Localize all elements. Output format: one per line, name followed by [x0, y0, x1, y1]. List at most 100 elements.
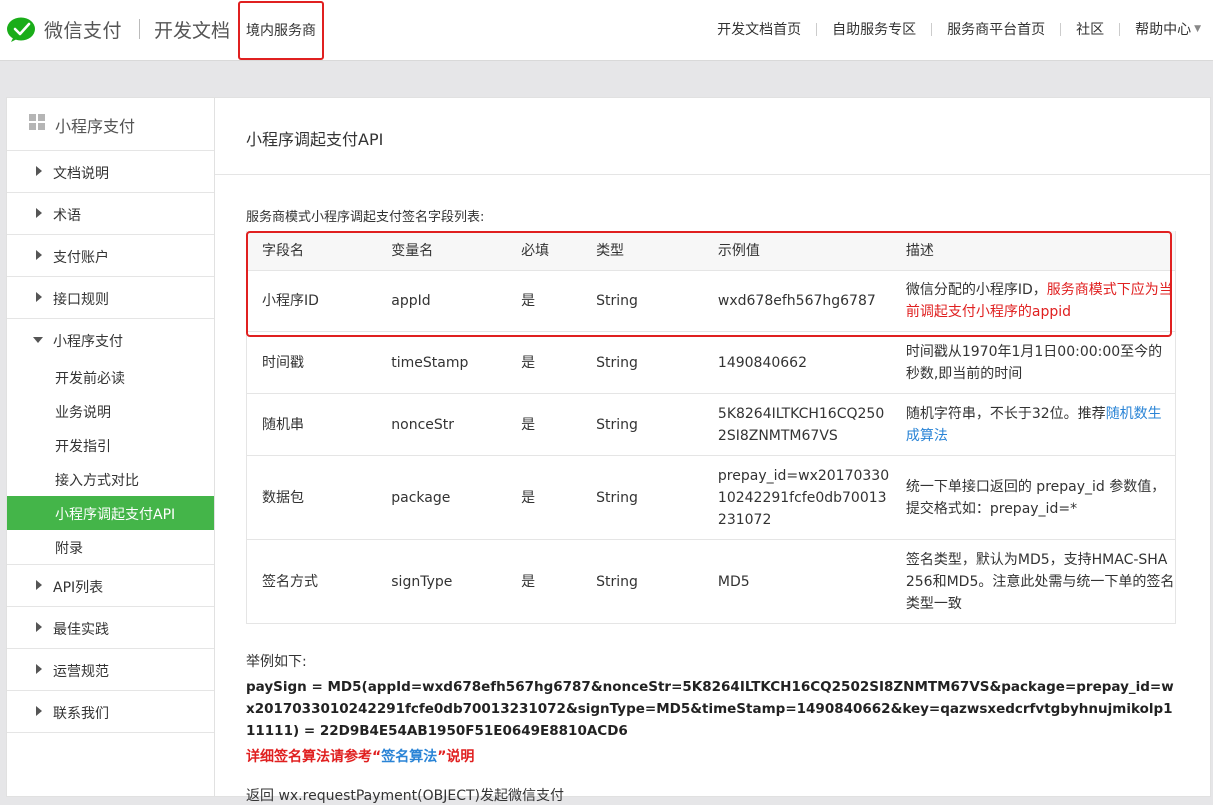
table-header-row: 字段名 变量名 必填 类型 示例值 描述 [246, 231, 1176, 271]
cell-type: String [581, 393, 703, 456]
sidebar-subitem-appendix[interactable]: 附录 [7, 530, 214, 565]
cell-field-name: 签名方式 [246, 539, 377, 624]
caret-right-icon [36, 208, 42, 218]
sidebar-subitem-pay-api[interactable]: 小程序调起支付API [7, 496, 214, 530]
sidebar-subitem-compare[interactable]: 接入方式对比 [7, 462, 214, 496]
top-header: 微信支付 开发文档 境内服务商 开发文档首页 自助服务专区 服务商平台首页 社区… [0, 0, 1213, 61]
caret-down-icon [33, 337, 43, 343]
caret-right-icon [36, 166, 42, 176]
header-field-name: 字段名 [246, 231, 377, 271]
note-prefix: 详细签名算法请参考“ [246, 749, 382, 765]
cell-type: String [581, 539, 703, 624]
caret-right-icon [36, 292, 42, 302]
caret-right-icon [36, 664, 42, 674]
cell-example: wxd678efh567hg6787 [702, 270, 891, 332]
cell-description: 签名类型，默认为MD5，支持HMAC-SHA256和MD5。注意此处需与统一下单… [890, 539, 1176, 624]
cell-variable: appId [376, 270, 507, 332]
caret-right-icon [36, 622, 42, 632]
sign-algorithm-link[interactable]: 签名算法 [381, 749, 437, 765]
sidebar-item-api-list[interactable]: API列表 [7, 565, 214, 607]
next-section-text: 返回 wx.requestPayment(OBJECT)发起微信支付 [246, 788, 564, 804]
cell-variable: nonceStr [376, 393, 507, 456]
cell-example: 5K8264ILTKCH16CQ2502SI8ZNMTM67VS [702, 393, 891, 456]
example-label: 举例如下: [246, 654, 307, 670]
sidebar-item-label: 小程序支付 [53, 334, 123, 350]
sidebar-item-accounts[interactable]: 支付账户 [7, 235, 214, 277]
sidebar-item-operation-rules[interactable]: 运营规范 [7, 649, 214, 691]
main-content: 小程序调起支付API 服务商模式小程序调起支付签名字段列表: 字段名 变量名 必… [215, 97, 1211, 804]
sidebar-item-label: 最佳实践 [53, 622, 109, 638]
region-label[interactable]: 境内服务商 [246, 20, 316, 40]
cell-required: 是 [506, 331, 582, 394]
cell-type: String [581, 455, 703, 540]
brand-name: 微信支付 [44, 20, 123, 42]
description-text: 随机字符串，不长于32位。推荐 [905, 405, 1106, 422]
sidebar-item-miniprogram-pay[interactable]: 小程序支付 [7, 319, 214, 360]
sidebar-item-terms[interactable]: 术语 [7, 193, 214, 235]
caret-right-icon [36, 706, 42, 716]
brand-divider [139, 19, 140, 39]
sidebar-item-label: 文档说明 [53, 166, 109, 182]
cell-example: prepay_id=wx2017033010242291fcfe0db70013… [702, 455, 891, 540]
cell-field-name: 时间戳 [246, 331, 377, 394]
nav-docs-home[interactable]: 开发文档首页 [717, 19, 801, 39]
wechat-pay-logo[interactable]: 微信支付 [7, 16, 122, 43]
cell-type: String [581, 270, 703, 332]
cell-variable: timeStamp [376, 331, 507, 394]
nav-divider [931, 22, 933, 36]
sidebar-item-label: 支付账户 [53, 250, 109, 266]
sidebar-subitem-label: 接入方式对比 [55, 473, 139, 489]
header-variable: 变量名 [376, 231, 507, 271]
cell-example: 1490840662 [702, 331, 891, 394]
sidebar-item-doc-intro[interactable]: 文档说明 [7, 151, 214, 193]
sign-fields-table: 字段名 变量名 必填 类型 示例值 描述 小程序ID appId 是 Strin… [246, 231, 1176, 624]
cell-field-name: 数据包 [246, 455, 377, 540]
grid-icon [29, 114, 45, 130]
sidebar-item-api-rules[interactable]: 接口规则 [7, 277, 214, 319]
example-code: paySign = MD5(appId=wxd678efh567hg6787&n… [246, 679, 1174, 739]
sidebar-header: 小程序支付 [7, 98, 214, 151]
sidebar-subitem-label: 开发前必读 [55, 371, 125, 387]
nav-help-center[interactable]: 帮助中心 [1135, 19, 1191, 39]
docs-title[interactable]: 开发文档 [154, 16, 230, 43]
cell-variable: package [376, 455, 507, 540]
cell-field-name: 随机串 [246, 393, 377, 456]
table-row: 随机串 nonceStr 是 String 5K8264ILTKCH16CQ25… [246, 393, 1176, 456]
cell-required: 是 [506, 270, 582, 332]
sidebar-item-best-practice[interactable]: 最佳实践 [7, 607, 214, 649]
header-type: 类型 [581, 231, 703, 271]
sidebar-item-contact[interactable]: 联系我们 [7, 691, 214, 733]
page-title: 小程序调起支付API [246, 130, 384, 149]
chevron-down-icon[interactable]: ▼ [1194, 24, 1201, 34]
cell-variable: signType [376, 539, 507, 624]
sidebar-subitem-guide[interactable]: 开发指引 [7, 428, 214, 462]
sidebar-subitem-prereading[interactable]: 开发前必读 [7, 360, 214, 394]
cell-description: 时间戳从1970年1月1日00:00:00至今的秒数,即当前的时间 [890, 331, 1176, 394]
sidebar-item-label: API列表 [53, 580, 104, 596]
nav-divider [1119, 22, 1121, 36]
wechat-pay-logo-icon [7, 17, 35, 42]
sidebar-item-label: 接口规则 [53, 292, 109, 308]
cell-example: MD5 [702, 539, 891, 624]
cell-required: 是 [506, 393, 582, 456]
sidebar-subitem-label: 小程序调起支付API [55, 507, 176, 523]
table-row: 签名方式 signType 是 String MD5 签名类型，默认为MD5，支… [246, 539, 1176, 624]
sidebar-title: 小程序支付 [55, 117, 136, 136]
sidebar-item-label: 运营规范 [53, 664, 109, 680]
caret-right-icon [36, 250, 42, 260]
nav-partner-platform[interactable]: 服务商平台首页 [947, 19, 1045, 39]
cell-required: 是 [506, 455, 582, 540]
main-title-bar: 小程序调起支付API [215, 98, 1210, 175]
sidebar: 小程序支付 文档说明 术语 支付账户 接口规则 小程序支付 开发前必读 业务说明… [6, 97, 215, 797]
top-nav: 开发文档首页 自助服务专区 服务商平台首页 社区 帮助中心 ▼ [717, 19, 1201, 39]
cell-required: 是 [506, 539, 582, 624]
sidebar-item-label: 联系我们 [53, 706, 109, 722]
nav-self-service[interactable]: 自助服务专区 [832, 19, 916, 39]
nav-divider [816, 22, 818, 36]
nav-community[interactable]: 社区 [1076, 19, 1104, 39]
caret-right-icon [36, 580, 42, 590]
table-row: 小程序ID appId 是 String wxd678efh567hg6787 … [246, 270, 1176, 332]
sidebar-subitem-business[interactable]: 业务说明 [7, 394, 214, 428]
header-description: 描述 [890, 231, 1176, 271]
cell-description: 随机字符串，不长于32位。推荐随机数生成算法 [890, 393, 1176, 456]
